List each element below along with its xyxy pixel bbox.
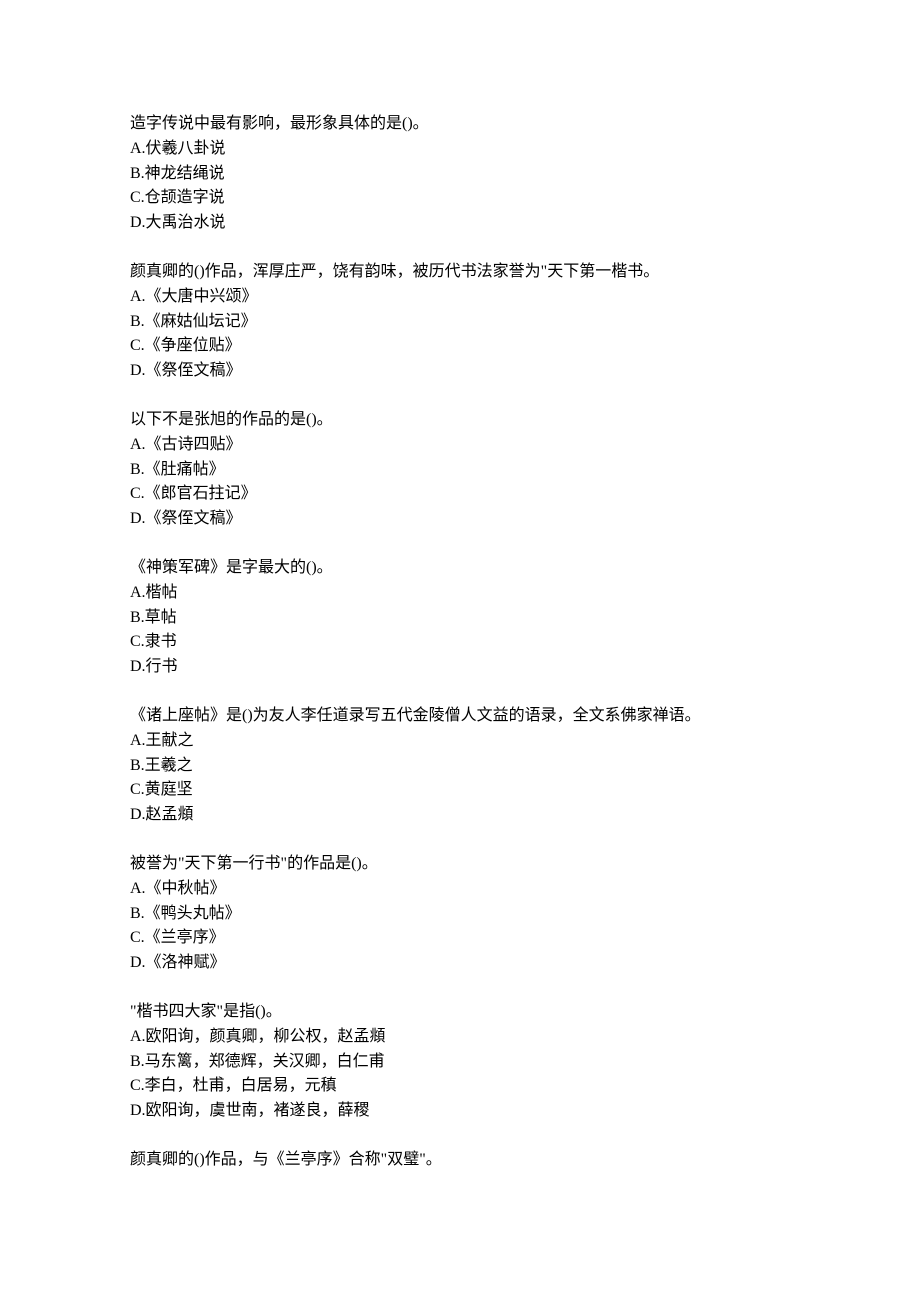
question-2: 颜真卿的()作品，浑厚庄严，饶有韵味，被历代书法家誉为"天下第一楷书。 A.《大… [130, 260, 790, 384]
question-5: 《诸上座帖》是()为友人李任道录写五代金陵僧人文益的语录，全文系佛家禅语。 A.… [130, 704, 790, 828]
question-option: D.《洛神赋》 [130, 951, 790, 976]
question-option: A.伏羲八卦说 [130, 137, 790, 162]
question-1: 造字传说中最有影响，最形象具体的是()。 A.伏羲八卦说 B.神龙结绳说 C.仓… [130, 112, 790, 236]
question-option: B.草帖 [130, 606, 790, 631]
question-option: A.楷帖 [130, 581, 790, 606]
question-option: A.《古诗四贴》 [130, 433, 790, 458]
question-stem: "楷书四大家"是指()。 [130, 1000, 790, 1025]
question-option: B.《麻姑仙坛记》 [130, 310, 790, 335]
question-option: C.黄庭坚 [130, 778, 790, 803]
question-option: B.神龙结绳说 [130, 162, 790, 187]
question-option: B.王羲之 [130, 754, 790, 779]
question-option: A.王献之 [130, 729, 790, 754]
question-option: B.《鸭头丸帖》 [130, 902, 790, 927]
question-4: 《神策军碑》是字最大的()。 A.楷帖 B.草帖 C.隶书 D.行书 [130, 556, 790, 680]
question-7: "楷书四大家"是指()。 A.欧阳询，颜真卿，柳公权，赵孟頫 B.马东篱，郑德辉… [130, 1000, 790, 1124]
question-option: D.行书 [130, 655, 790, 680]
question-stem: 以下不是张旭的作品的是()。 [130, 408, 790, 433]
question-8: 颜真卿的()作品，与《兰亭序》合称"双璧"。 [130, 1148, 790, 1173]
question-option: D.《祭侄文稿》 [130, 359, 790, 384]
question-option: D.大禹治水说 [130, 211, 790, 236]
question-3: 以下不是张旭的作品的是()。 A.《古诗四贴》 B.《肚痛帖》 C.《郎官石拄记… [130, 408, 790, 532]
question-option: B.马东篱，郑德辉，关汉卿，白仁甫 [130, 1050, 790, 1075]
question-option: C.隶书 [130, 630, 790, 655]
question-option: A.欧阳询，颜真卿，柳公权，赵孟頫 [130, 1025, 790, 1050]
question-stem: 颜真卿的()作品，与《兰亭序》合称"双璧"。 [130, 1148, 790, 1173]
question-option: A.《大唐中兴颂》 [130, 285, 790, 310]
question-option: D.《祭侄文稿》 [130, 507, 790, 532]
question-stem: 颜真卿的()作品，浑厚庄严，饶有韵味，被历代书法家誉为"天下第一楷书。 [130, 260, 790, 285]
question-option: D.欧阳询，虞世南，褚遂良，薛稷 [130, 1099, 790, 1124]
question-stem: 造字传说中最有影响，最形象具体的是()。 [130, 112, 790, 137]
question-option: C.李白，杜甫，白居易，元稹 [130, 1074, 790, 1099]
question-option: D.赵孟頫 [130, 803, 790, 828]
question-option: C.《争座位贴》 [130, 334, 790, 359]
question-option: A.《中秋帖》 [130, 877, 790, 902]
question-stem: 《神策军碑》是字最大的()。 [130, 556, 790, 581]
question-option: C.《兰亭序》 [130, 926, 790, 951]
question-option: B.《肚痛帖》 [130, 458, 790, 483]
question-stem: 被誉为"天下第一行书"的作品是()。 [130, 852, 790, 877]
question-6: 被誉为"天下第一行书"的作品是()。 A.《中秋帖》 B.《鸭头丸帖》 C.《兰… [130, 852, 790, 976]
question-stem: 《诸上座帖》是()为友人李任道录写五代金陵僧人文益的语录，全文系佛家禅语。 [130, 704, 790, 729]
document-page: 造字传说中最有影响，最形象具体的是()。 A.伏羲八卦说 B.神龙结绳说 C.仓… [0, 0, 920, 1302]
question-option: C.《郎官石拄记》 [130, 482, 790, 507]
question-option: C.仓颉造字说 [130, 186, 790, 211]
